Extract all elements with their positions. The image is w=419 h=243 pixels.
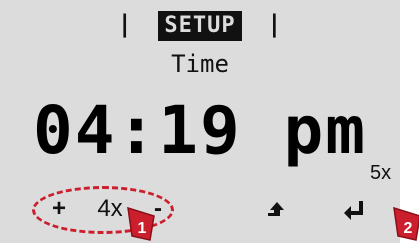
badge-2-label: 2 bbox=[404, 220, 413, 237]
menu-item-title: Time bbox=[171, 50, 229, 78]
step-badge-2: 2 bbox=[392, 206, 419, 242]
badge-1-label: 1 bbox=[138, 220, 147, 237]
step-badge-1: 1 bbox=[126, 206, 156, 242]
up-arrow-icon bbox=[268, 202, 284, 216]
display-screen: | SETUP | Time 04:19 pm + 4x - 5x bbox=[0, 0, 400, 243]
setup-title: SETUP bbox=[158, 11, 242, 41]
header-left-separator: | bbox=[117, 10, 133, 38]
header-right-separator: | bbox=[267, 10, 283, 38]
up-button[interactable] bbox=[262, 192, 292, 226]
enter-button[interactable] bbox=[340, 192, 370, 226]
time-value: 04:19 pm bbox=[33, 92, 367, 169]
enter-icon bbox=[344, 201, 363, 220]
press-count-right: 5x bbox=[370, 162, 392, 184]
header: | SETUP | bbox=[0, 10, 400, 41]
